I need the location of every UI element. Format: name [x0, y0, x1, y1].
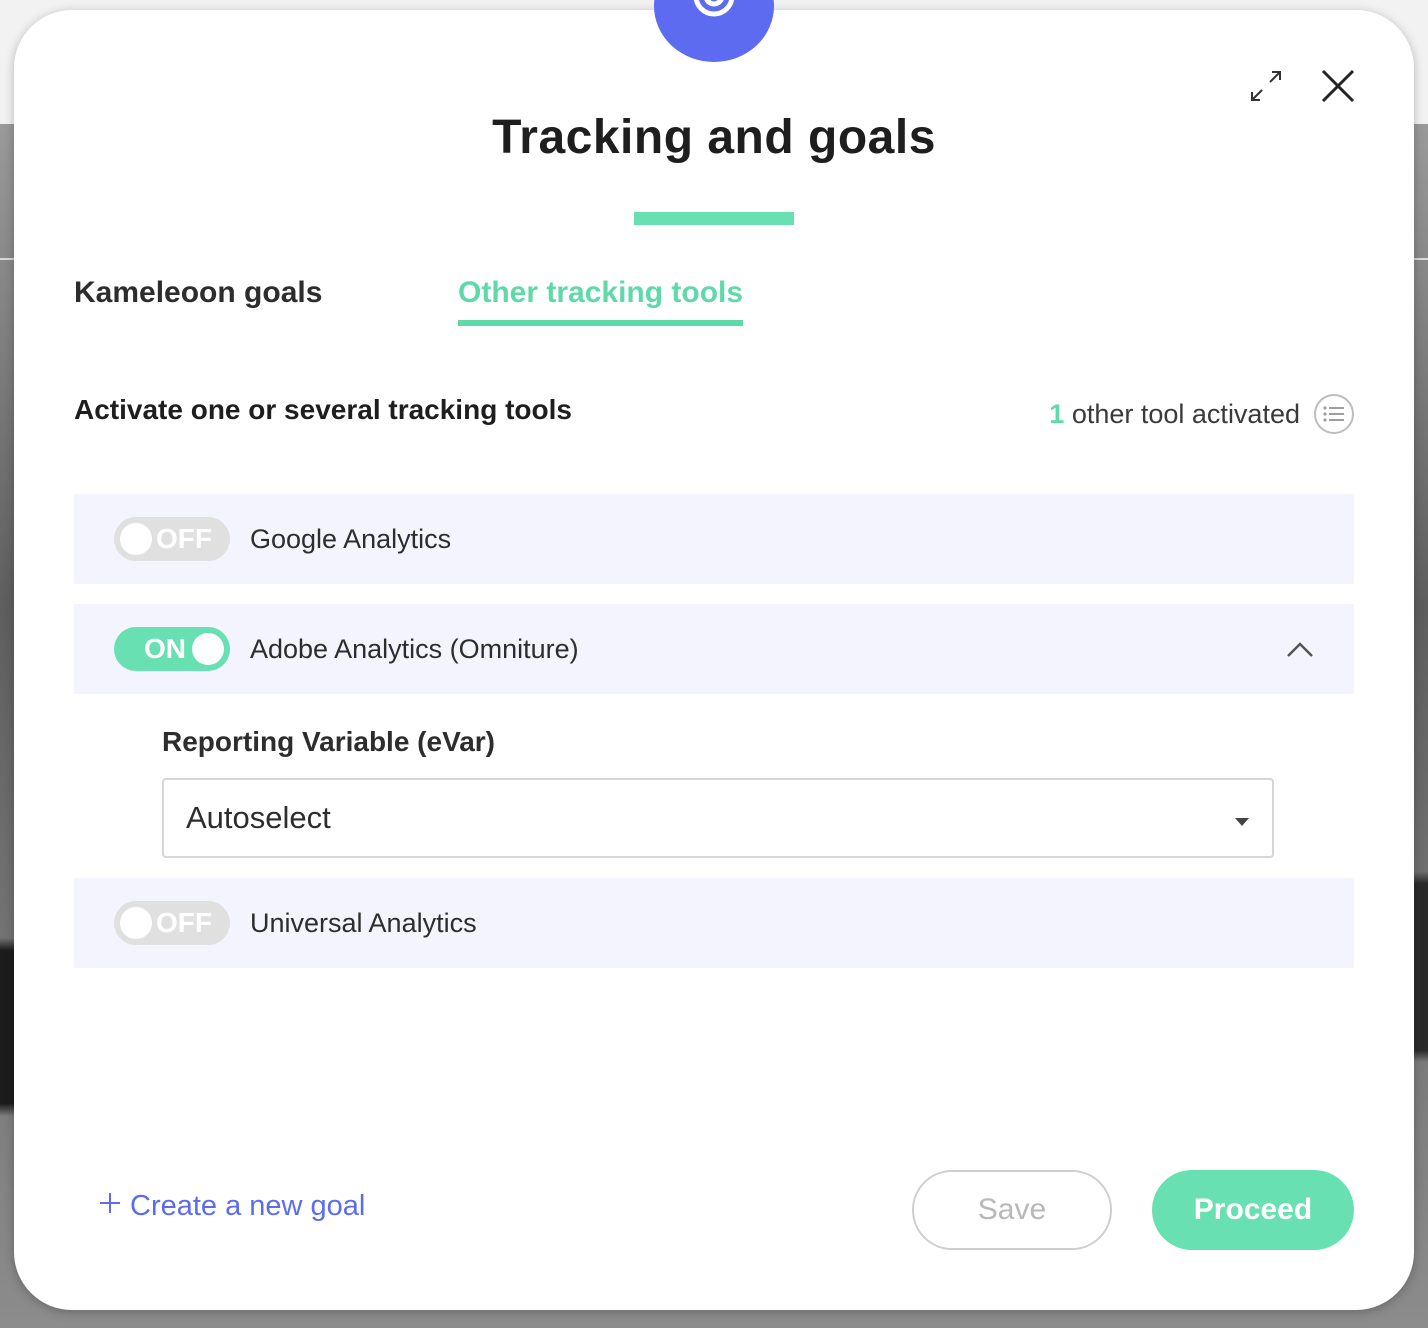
reporting-variable-select[interactable]: Autoselect — [162, 778, 1274, 858]
tracking-goals-modal: Tracking and goals Kameleoon goals Other… — [14, 0, 1414, 1310]
toggle-state-label: OFF — [156, 907, 212, 938]
toggle-state-label: OFF — [156, 523, 212, 554]
activated-label: other tool activated — [1071, 398, 1300, 429]
tool-name: Google Analytics — [250, 523, 452, 554]
toggle-knob — [192, 633, 224, 665]
toggle-knob — [120, 907, 152, 939]
create-new-goal-link[interactable]: Create a new goal — [98, 1190, 365, 1223]
create-goal-label: Create a new goal — [130, 1190, 366, 1222]
activated-count: 1 — [1049, 398, 1065, 429]
select-value: Autoselect — [186, 800, 331, 835]
activated-tools-summary: 1 other tool activated — [1049, 394, 1354, 434]
section-heading: Activate one or several tracking tools — [74, 394, 572, 425]
universal-analytics-toggle[interactable]: OFF — [114, 901, 230, 945]
tool-row-universal-analytics: OFF Universal Analytics — [74, 878, 1354, 968]
adobe-analytics-toggle[interactable]: ON — [114, 627, 230, 671]
proceed-button[interactable]: Proceed — [1152, 1170, 1354, 1250]
list-icon[interactable] — [1314, 394, 1354, 434]
caret-down-icon — [1234, 814, 1250, 832]
title-underline — [634, 212, 794, 225]
tool-row-google-analytics: OFF Google Analytics — [74, 494, 1354, 584]
save-button[interactable]: Save — [912, 1170, 1112, 1250]
close-icon[interactable] — [1320, 68, 1356, 104]
activated-text: 1 other tool activated — [1049, 399, 1300, 430]
reporting-variable-label: Reporting Variable (eVar) — [162, 726, 495, 757]
modal-title: Tracking and goals — [492, 111, 936, 164]
tool-name: Universal Analytics — [250, 907, 477, 938]
logo-icon — [654, 0, 774, 62]
plus-icon — [98, 1190, 122, 1223]
tool-row-adobe-analytics[interactable]: ON Adobe Analytics (Omniture) — [74, 604, 1354, 694]
tool-name: Adobe Analytics (Omniture) — [250, 633, 579, 664]
tab-other-tracking-tools[interactable]: Other tracking tools — [458, 276, 744, 326]
google-analytics-toggle[interactable]: OFF — [114, 517, 230, 561]
tab-kameleoon-goals[interactable]: Kameleoon goals — [74, 276, 322, 322]
expand-icon[interactable] — [1248, 68, 1284, 104]
chevron-up-icon[interactable] — [1286, 640, 1314, 663]
toggle-state-label: ON — [144, 633, 186, 664]
toggle-knob — [120, 523, 152, 555]
